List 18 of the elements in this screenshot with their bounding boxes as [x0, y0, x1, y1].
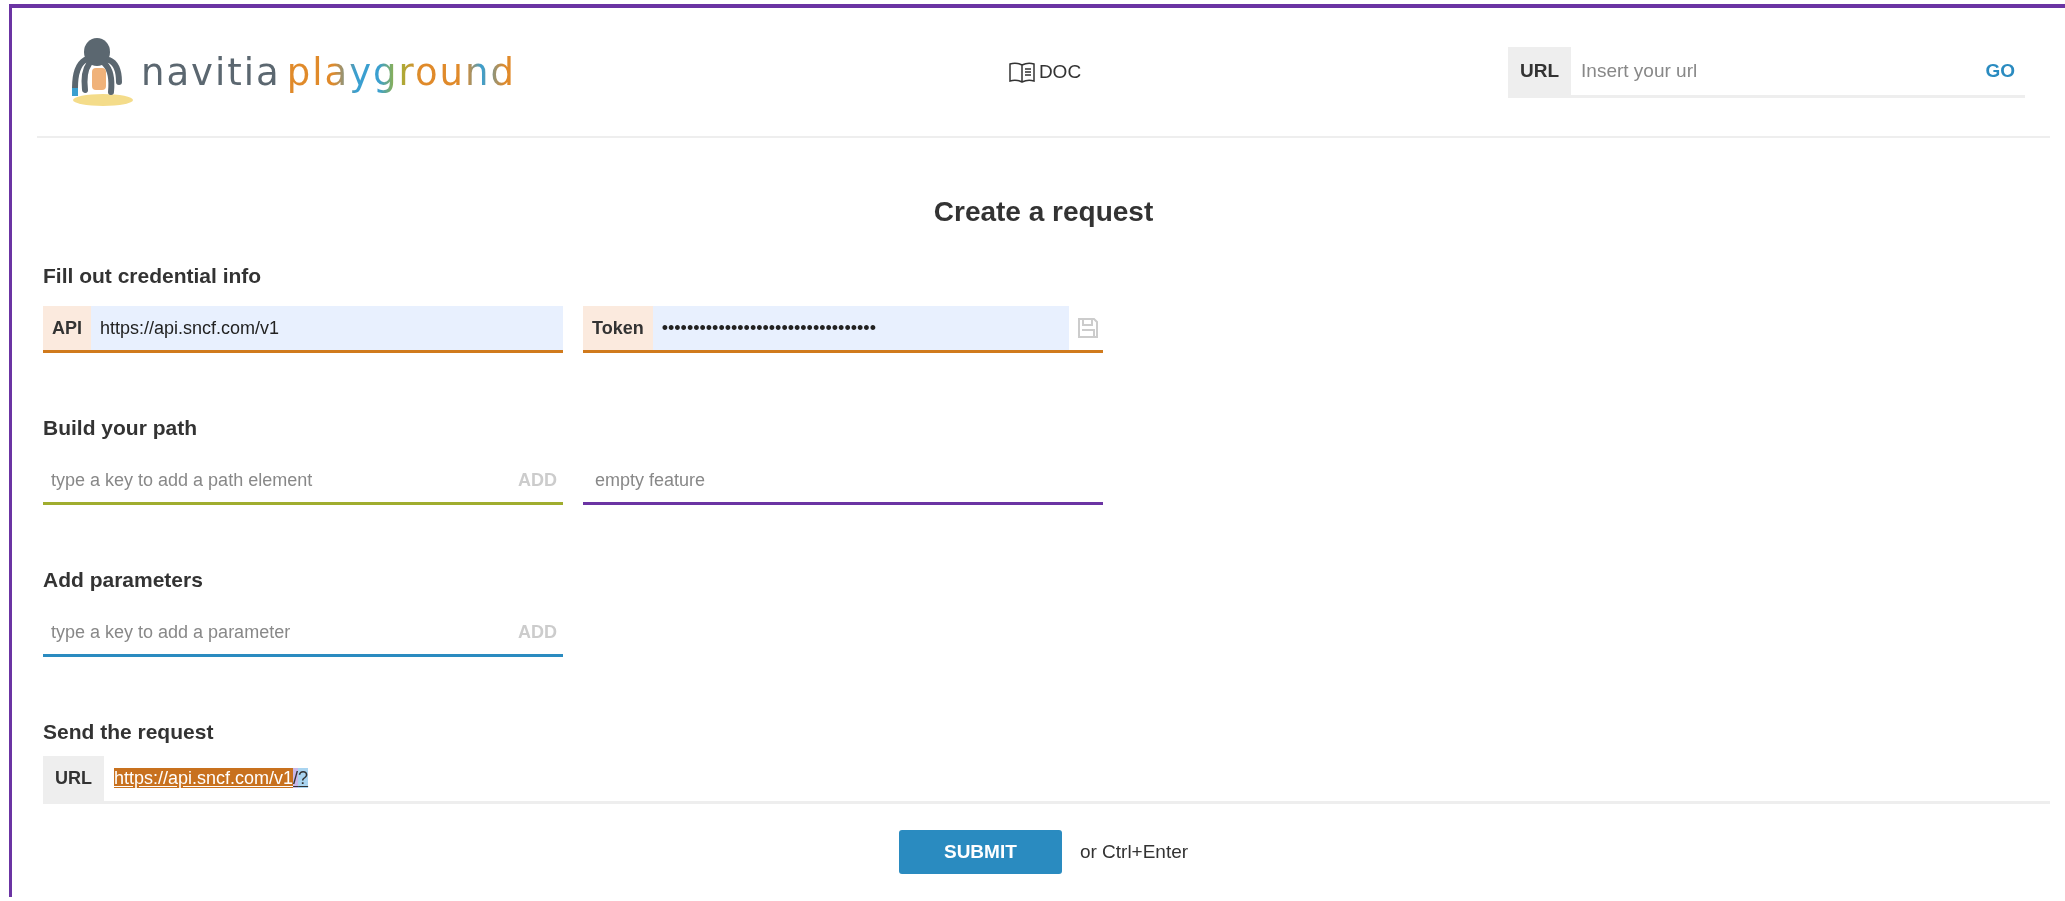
shortcut-hint: or Ctrl+Enter [1079, 841, 1189, 863]
submit-button[interactable]: SUBMIT [898, 830, 1062, 874]
url-label: URL [43, 756, 104, 801]
section-heading: Fill out credential info [43, 264, 263, 288]
url-label: URL [1508, 46, 1572, 95]
api-label: API [43, 306, 91, 350]
book-icon [1008, 61, 1035, 83]
section-heading: Send the request [43, 720, 215, 744]
logo-text: navitia [141, 50, 281, 94]
go-button[interactable]: GO [1975, 59, 2025, 82]
save-icon[interactable] [1077, 317, 1099, 339]
page-title: Create a request [932, 196, 1155, 228]
url-field[interactable]: URL Insert your url GO [1508, 46, 2025, 98]
token-label: Token [583, 306, 653, 350]
section-heading: Build your path [43, 416, 198, 440]
feature-field[interactable]: empty feature [583, 458, 1103, 505]
section-heading: Add parameters [43, 568, 204, 592]
doc-link[interactable]: DOC [1008, 61, 1082, 83]
